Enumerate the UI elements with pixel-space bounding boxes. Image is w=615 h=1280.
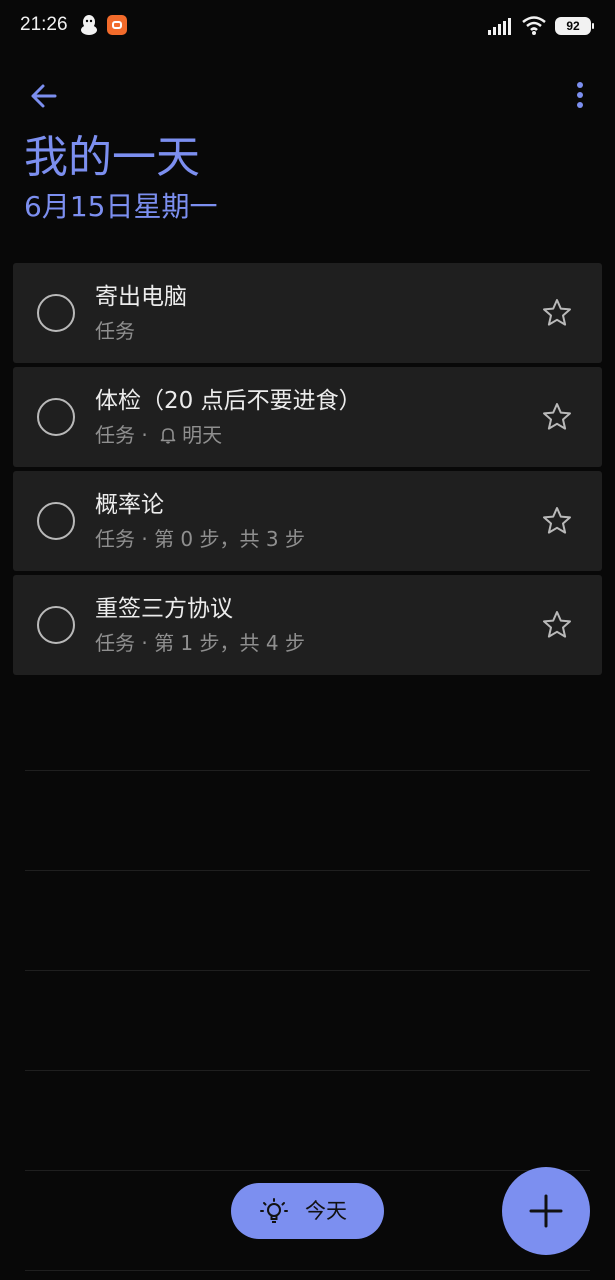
importance-star-button[interactable] [541,505,573,537]
arrow-left-icon [31,84,57,108]
importance-star-button[interactable] [541,297,573,329]
task-list: 寄出电脑 任务 体检（20 点后不要进食） 任务 · 明天 概率论 任务 · 第… [13,263,602,679]
battery-icon: 92 [555,17,594,35]
task-title: 重签三方协议 [95,596,233,622]
empty-row-divider [25,1070,590,1071]
star-icon [543,611,571,638]
wifi-icon [521,14,547,40]
star-icon [543,299,571,326]
star-icon [543,507,571,534]
empty-row-divider [25,870,590,871]
qq-icon [79,14,99,40]
empty-row-divider [25,1170,590,1171]
empty-row-divider [25,1270,590,1271]
complete-checkbox[interactable] [37,502,75,540]
bell-icon [160,423,176,451]
page-date: 6月15日星期一 [24,190,218,223]
more-options-button[interactable] [560,76,600,116]
empty-row-divider [25,770,590,771]
task-item[interactable]: 寄出电脑 任务 [13,263,602,363]
add-task-button[interactable] [502,1167,590,1255]
task-due: 明天 [182,423,223,447]
task-steps: 第 1 步，共 4 步 [154,631,305,655]
complete-checkbox[interactable] [37,294,75,332]
task-title: 概率论 [95,492,164,518]
task-steps: 第 0 步，共 3 步 [154,527,305,551]
star-icon [543,403,571,430]
signal-icon [488,17,514,39]
task-title: 体检（20 点后不要进食） [95,388,362,414]
task-title: 寄出电脑 [95,284,187,310]
lightbulb-icon [259,1197,289,1231]
status-time: 21:26 [20,14,68,35]
task-item[interactable]: 重签三方协议 任务 · 第 1 步，共 4 步 [13,575,602,675]
task-meta: 任务 · 明天 [95,421,222,451]
meta-separator: · [135,423,155,447]
task-list-name: 任务 [95,423,135,447]
importance-star-button[interactable] [541,609,573,641]
empty-row-divider [25,970,590,971]
task-list-name: 任务 [95,319,135,343]
plus-icon [529,1194,563,1228]
today-label: 今天 [305,1199,347,1223]
task-list-name: 任务 [95,631,135,655]
task-item[interactable]: 体检（20 点后不要进食） 任务 · 明天 [13,367,602,467]
task-meta: 任务 · 第 1 步，共 4 步 [95,629,305,657]
task-meta: 任务 [95,317,135,345]
more-vertical-icon [577,82,583,108]
complete-checkbox[interactable] [37,606,75,644]
importance-star-button[interactable] [541,401,573,433]
meta-separator: · [135,631,155,655]
complete-checkbox[interactable] [37,398,75,436]
meta-separator: · [135,527,155,551]
page-title: 我的一天 [24,132,200,183]
task-item[interactable]: 概率论 任务 · 第 0 步，共 3 步 [13,471,602,571]
status-bar: 21:26 92 [0,0,615,56]
task-meta: 任务 · 第 0 步，共 3 步 [95,525,305,553]
today-suggestions-button[interactable]: 今天 [231,1183,384,1239]
task-list-name: 任务 [95,527,135,551]
back-button[interactable] [24,76,64,116]
app-notification-icon [107,15,127,35]
